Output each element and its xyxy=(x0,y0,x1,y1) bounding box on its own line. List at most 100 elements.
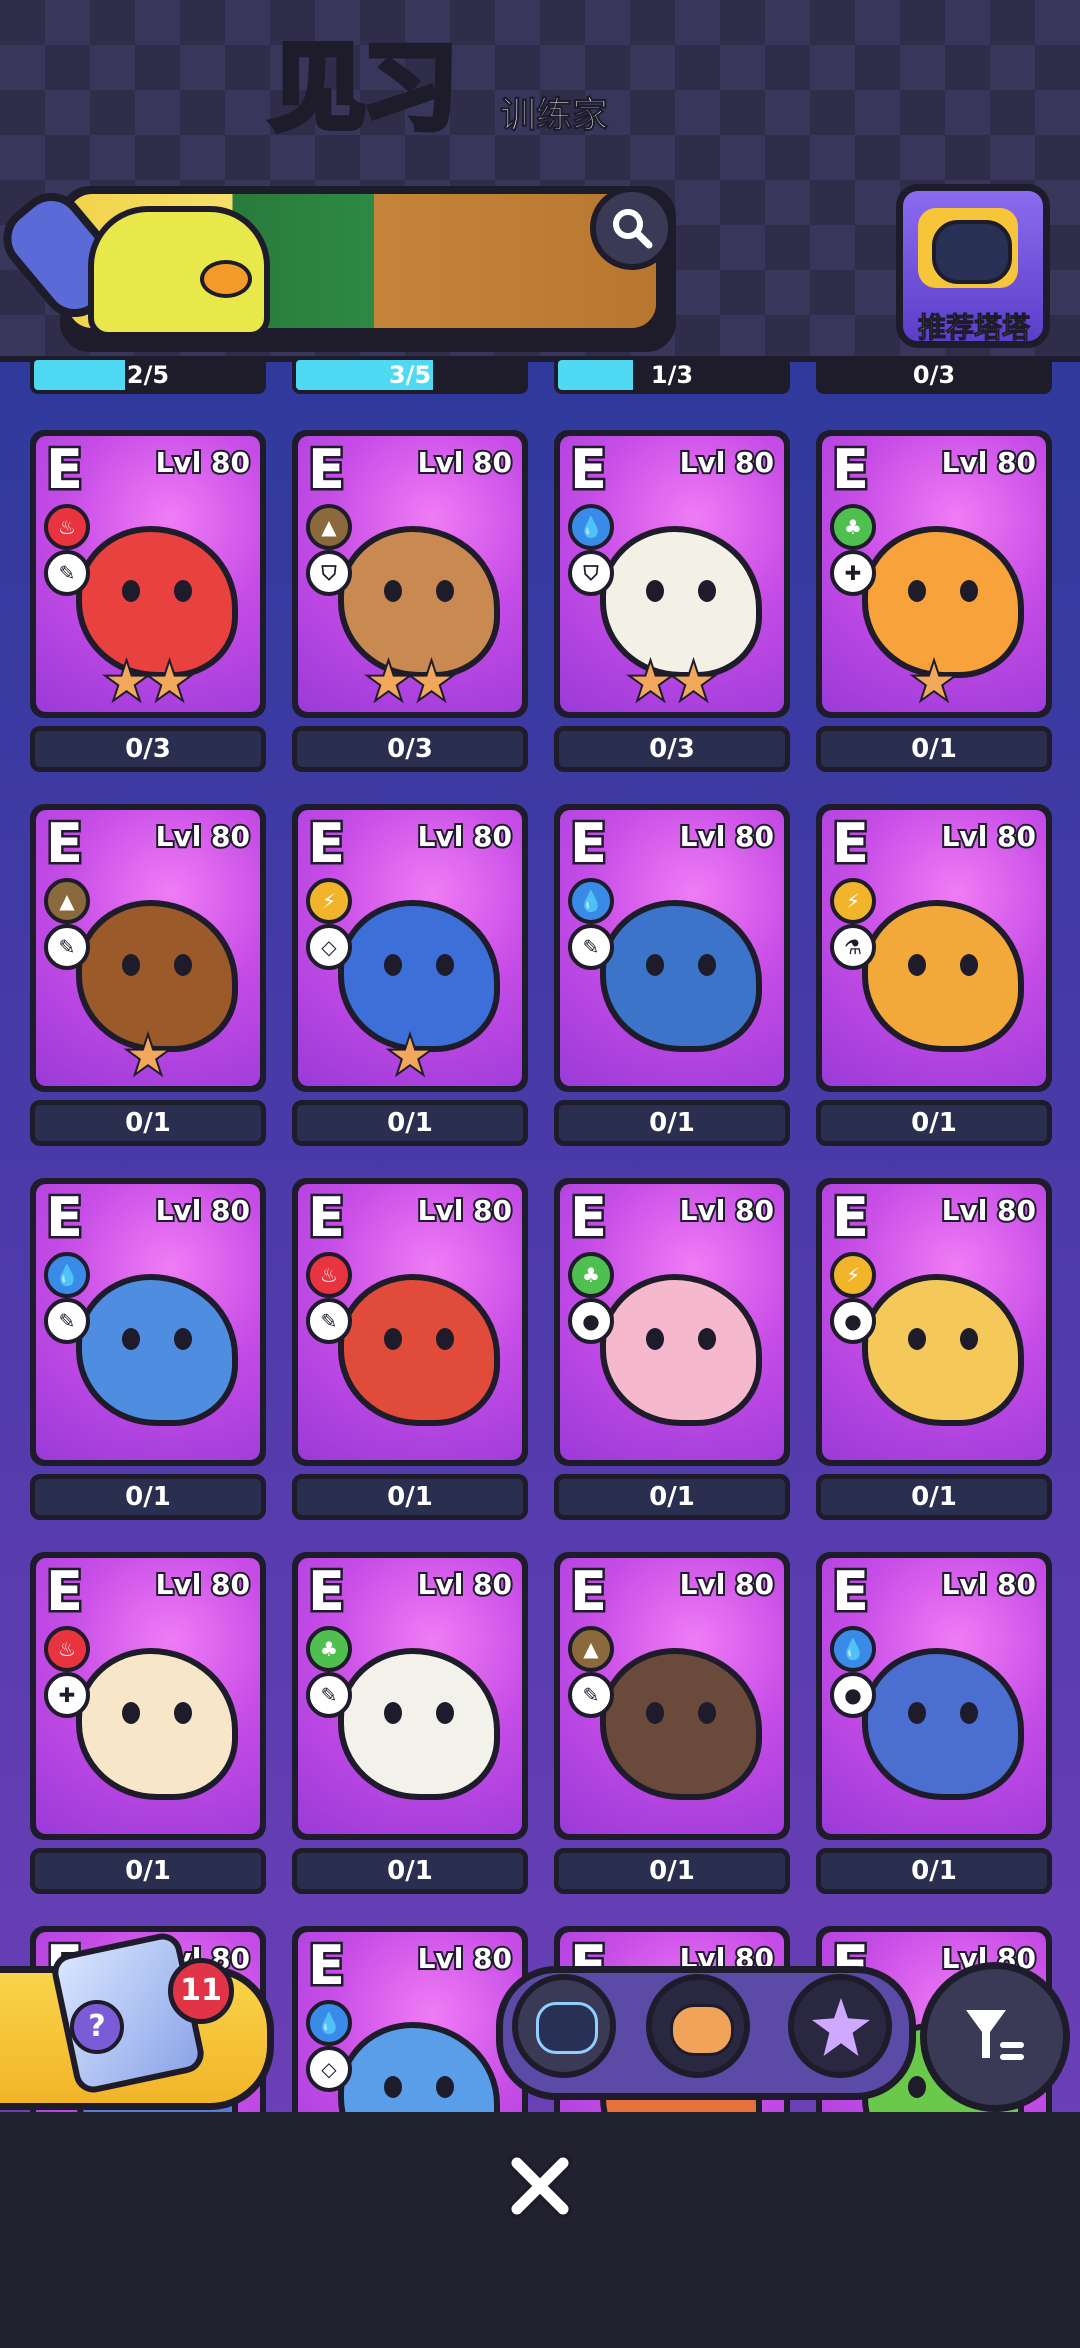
eye-icon xyxy=(908,954,926,976)
hamster-icon xyxy=(670,2004,734,2056)
progress-text: 3/5 xyxy=(388,361,432,389)
monster-card[interactable]: E Lvl 80 ▲ ✎ ★ xyxy=(30,804,266,1092)
eye-icon xyxy=(646,1328,664,1350)
eye-icon xyxy=(960,954,978,976)
monster-card[interactable]: E Lvl 80 ♨ ✎ xyxy=(292,1178,528,1466)
eye-icon xyxy=(908,580,926,602)
search-button[interactable] xyxy=(590,186,674,270)
recommended-label: 推荐塔塔 xyxy=(917,311,1030,345)
eye-icon xyxy=(908,1328,926,1350)
rank-title: 见习 xyxy=(267,29,461,147)
monster-card[interactable]: E Lvl 80 💧 ✎ xyxy=(30,1178,266,1466)
monster-card[interactable]: E Lvl 80 ♣ ● xyxy=(554,1178,790,1466)
eye-icon xyxy=(174,1328,192,1350)
pin-icon: ✎ xyxy=(568,924,614,970)
monster-card[interactable]: E Lvl 80 💧 ⛉ ★★ xyxy=(554,430,790,718)
card-shard-count: 0/1 xyxy=(30,1848,266,1894)
electric-element-icon: ⚡ xyxy=(830,1252,876,1298)
duck-beak-icon xyxy=(200,260,252,298)
progress-bar: 0/3 xyxy=(816,356,1052,394)
rarity-grade: E xyxy=(44,436,86,504)
creature-portrait xyxy=(600,900,762,1052)
card-level: Lvl 80 xyxy=(416,1192,514,1229)
gacha-count-badge: 11 xyxy=(168,1958,234,2024)
drop-icon: ● xyxy=(830,1298,876,1344)
eye-icon xyxy=(646,954,664,976)
rarity-grade: E xyxy=(568,436,610,504)
filter-button[interactable] xyxy=(920,1962,1070,2112)
rarity-grade: E xyxy=(44,1184,86,1252)
creature-portrait xyxy=(76,1274,238,1426)
rarity-grade: E xyxy=(306,1184,348,1252)
card-shard-count: 0/1 xyxy=(816,1100,1052,1146)
card-face: E Lvl 80 ⚡ ⚗ xyxy=(822,810,1046,1086)
monster-card[interactable]: E Lvl 80 ⚡ ⚗ xyxy=(816,804,1052,1092)
eye-icon xyxy=(384,2076,402,2098)
card-face: E Lvl 80 ♣ ✎ xyxy=(298,1558,522,1834)
bottom-bar xyxy=(0,2112,1080,2348)
grass-element-icon: ♣ xyxy=(568,1252,614,1298)
monster-card[interactable]: E Lvl 80 ⚡ ● xyxy=(816,1178,1052,1466)
monster-card[interactable]: E Lvl 80 ♨ ✚ xyxy=(30,1552,266,1840)
water-element-icon: 💧 xyxy=(44,1252,90,1298)
card-shard-count: 0/1 xyxy=(816,726,1052,772)
monster-card[interactable]: E Lvl 80 ♨ ✎ ★★ xyxy=(30,430,266,718)
grass-element-icon: ♣ xyxy=(830,504,876,550)
water-element-icon: 💧 xyxy=(568,878,614,924)
eye-icon xyxy=(436,2076,454,2098)
rarity-grade: E xyxy=(830,810,872,878)
card-shard-count: 0/1 xyxy=(292,1848,528,1894)
pin-icon: ✎ xyxy=(44,550,90,596)
card-face: E Lvl 80 ⚡ ● xyxy=(822,1184,1046,1460)
tab-star-cat[interactable] xyxy=(788,1974,892,2078)
plus-icon: ✚ xyxy=(44,1672,90,1718)
earth-element-icon: ▲ xyxy=(568,1626,614,1672)
rarity-grade: E xyxy=(44,1558,86,1626)
eye-icon xyxy=(436,1702,454,1724)
electric-element-icon: ⚡ xyxy=(830,878,876,924)
star-rating: ★ xyxy=(386,1028,433,1084)
water-element-icon: 💧 xyxy=(830,1626,876,1672)
card-face: E Lvl 80 ♨ ✎ ★★ xyxy=(36,436,260,712)
progress-bar: 3/5 xyxy=(292,356,528,394)
eye-icon xyxy=(384,580,402,602)
card-shard-count: 0/1 xyxy=(554,1100,790,1146)
monster-card[interactable]: E Lvl 80 💧 ✎ xyxy=(554,804,790,1092)
eye-icon xyxy=(174,580,192,602)
eye-icon xyxy=(122,1328,140,1350)
rank-subtitle: 训练家 xyxy=(499,95,609,137)
recommended-button[interactable]: 推荐塔塔 xyxy=(896,184,1052,352)
rarity-grade: E xyxy=(568,1558,610,1626)
card-face: E Lvl 80 ▲ ✎ ★ xyxy=(36,810,260,1086)
creature-portrait xyxy=(76,1648,238,1800)
fire-element-icon: ♨ xyxy=(44,1626,90,1672)
eye-icon xyxy=(384,954,402,976)
card-shard-count: 0/3 xyxy=(30,726,266,772)
card-level: Lvl 80 xyxy=(416,818,514,855)
tab-hamster[interactable] xyxy=(646,1974,750,2078)
pin-icon: ✎ xyxy=(44,924,90,970)
star-rating: ★★ xyxy=(103,654,193,710)
grass-element-icon: ♣ xyxy=(306,1626,352,1672)
card-level: Lvl 80 xyxy=(416,1566,514,1603)
eye-icon xyxy=(960,1328,978,1350)
diamond-icon: ◇ xyxy=(306,924,352,970)
monster-card[interactable]: E Lvl 80 ⚡ ◇ ★ xyxy=(292,804,528,1092)
monster-card[interactable]: E Lvl 80 💧 ● xyxy=(816,1552,1052,1840)
progress-bar: 1/3 xyxy=(554,356,790,394)
monster-card[interactable]: E Lvl 80 ♣ ✚ ★ xyxy=(816,430,1052,718)
card-shard-count: 0/1 xyxy=(554,1474,790,1520)
monster-card[interactable]: E Lvl 80 ▲ ⛉ ★★ xyxy=(292,430,528,718)
cat-robot-icon xyxy=(536,2002,598,2054)
eye-icon xyxy=(174,1702,192,1724)
progress-text: 2/5 xyxy=(126,361,170,389)
card-face: E Lvl 80 💧 ● xyxy=(822,1558,1046,1834)
card-face: E Lvl 80 ⚡ ◇ ★ xyxy=(298,810,522,1086)
creature-portrait xyxy=(862,1648,1024,1800)
monster-card[interactable]: E Lvl 80 ♣ ✎ xyxy=(292,1552,528,1840)
eye-icon xyxy=(436,954,454,976)
monster-card[interactable]: E Lvl 80 ▲ ✎ xyxy=(554,1552,790,1840)
fire-element-icon: ♨ xyxy=(44,504,90,550)
close-button[interactable] xyxy=(504,2150,576,2222)
tab-cat-robot[interactable] xyxy=(512,1974,616,2078)
